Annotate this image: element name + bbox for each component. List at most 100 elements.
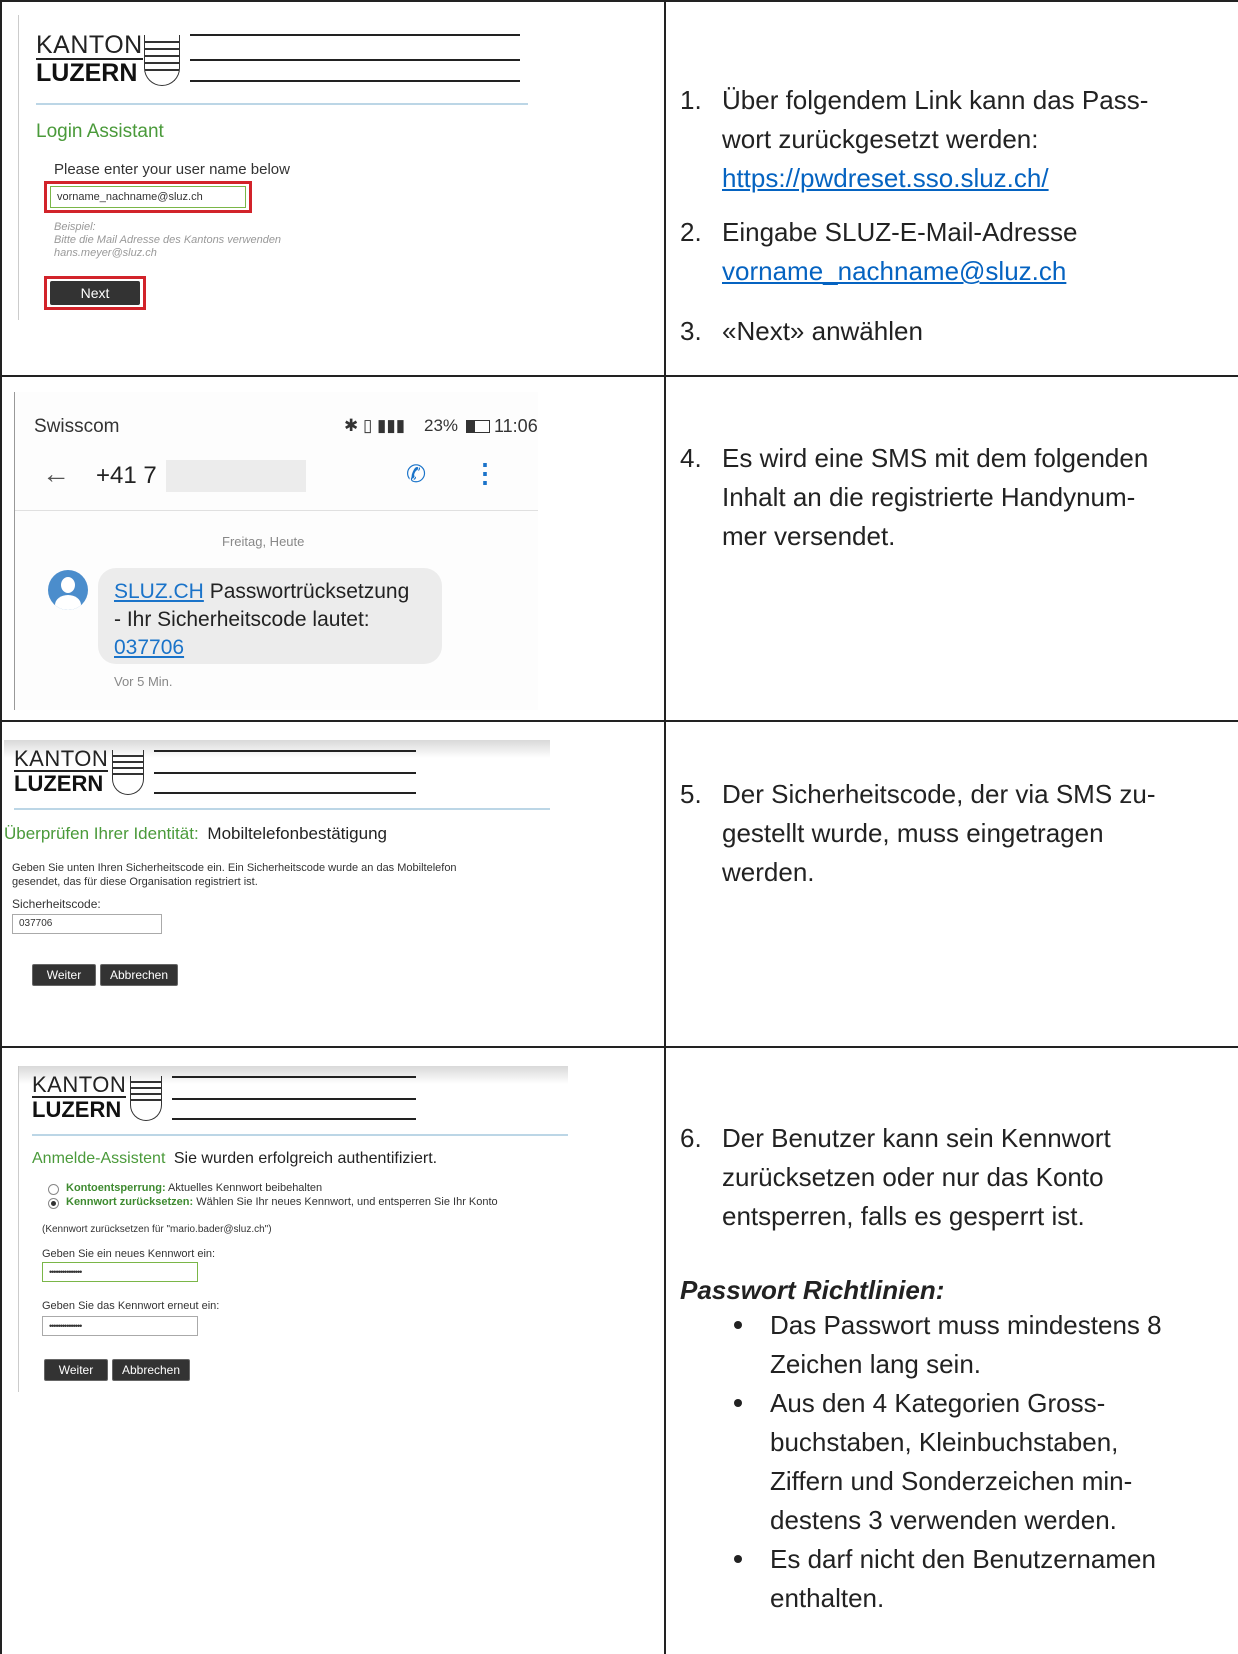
step-4-line-1: Es wird eine SMS mit dem folgenden — [722, 443, 1149, 473]
option-text: Aktuelles Kennwort beibehalten — [165, 1182, 323, 1194]
logo-luzern-text: LUZERN — [14, 770, 109, 795]
step-1-link-wrap: https://pwdreset.sso.sluz.ch/ — [722, 158, 1049, 198]
policy-line: buchstaben, Kleinbuchstaben, — [770, 1427, 1119, 1457]
header-separator — [32, 1134, 568, 1136]
step-2-link-wrap: vorname_nachname@sluz.ch — [722, 251, 1066, 291]
toolbar-divider — [14, 510, 538, 511]
sms-line-2: - Ihr Sicherheitscode lautet: — [114, 608, 370, 631]
header-line — [154, 792, 416, 794]
table-row-divider — [0, 1046, 1238, 1048]
heading-green: Überprüfen Ihrer Identität: — [4, 824, 199, 843]
table-border-top — [0, 0, 1238, 2]
header-line — [154, 750, 416, 752]
sluz-link[interactable]: SLUZ.CH — [114, 580, 204, 603]
weiter-button[interactable]: Weiter — [44, 1359, 108, 1381]
kanton-luzern-logo: KANTON LUZERN — [36, 33, 143, 86]
unlock-account-option: Kontoentsperrung: Aktuelles Kennwort bei… — [66, 1182, 322, 1194]
bullet-icon — [734, 1399, 742, 1407]
contact-number: +41 7 — [96, 462, 157, 489]
step-6-line-3: entsperren, falls es gesperrt ist. — [722, 1201, 1085, 1231]
header-line — [190, 59, 520, 61]
step-3-line-1: «Next» anwählen — [722, 316, 923, 346]
step-4-line-2: Inhalt an die registrierte Handynum- — [722, 482, 1136, 512]
table-border-left — [0, 0, 2, 1654]
clock-time: 11:06 — [494, 416, 538, 436]
kanton-luzern-logo: KANTON LUZERN — [32, 1074, 127, 1121]
security-code-link[interactable]: 037706 — [114, 636, 184, 659]
policy-line: Ziffern und Sonderzeichen min- — [770, 1466, 1133, 1496]
screenshot-edge — [18, 15, 19, 320]
redacted-number — [166, 460, 306, 492]
step-5-line-1: Der Sicherheitscode, der via SMS zu- — [722, 779, 1156, 809]
password-reset-link[interactable]: https://pwdreset.sso.sluz.ch/ — [722, 163, 1049, 193]
status-bar-icons: ✱ ▯ ▮▮▮ — [344, 416, 406, 435]
identity-verification-screenshot: KANTON LUZERN Überprüfen Ihrer Identität… — [4, 740, 550, 1040]
header-separator — [36, 103, 528, 105]
sms-line-3: 037706 — [114, 634, 184, 662]
logo-luzern-text: LUZERN — [36, 58, 143, 86]
user-name-input[interactable]: vorname_nachname@sluz.ch — [50, 186, 246, 208]
security-code-label: Sicherheitscode: — [12, 897, 101, 911]
sms-line-1: SLUZ.CH Passwortrücksetzung — [114, 578, 409, 606]
step-6-line-2: zurücksetzen oder nur das Konto — [722, 1162, 1104, 1192]
phone-call-icon[interactable]: ✆ — [406, 460, 426, 489]
verification-description: gesendet, das für diese Organisation reg… — [12, 876, 258, 888]
repeat-password-input[interactable]: ••••••••••••••• — [42, 1316, 198, 1336]
verification-description: Geben Sie unten Ihren Sicherheitscode ei… — [12, 862, 457, 874]
logo-shield-icon — [144, 35, 180, 86]
next-button[interactable]: Next — [50, 281, 140, 305]
unlock-account-radio[interactable] — [48, 1184, 59, 1195]
user-name-prompt: Please enter your user name below — [54, 161, 290, 178]
table-row-divider — [0, 720, 1238, 722]
new-password-label: Geben Sie ein neues Kennwort ein: — [42, 1248, 216, 1260]
kanton-luzern-logo: KANTON LUZERN — [14, 746, 109, 795]
new-password-input[interactable]: ••••••••••••••• — [42, 1262, 198, 1282]
header-line — [154, 772, 416, 774]
sms-phone-screenshot: Swisscom ✱ ▯ ▮▮▮ 23% 11:06 ← +41 7 ✆ ⋮ F… — [14, 392, 538, 710]
bullet-icon — [734, 1321, 742, 1329]
logo-kanton-text: KANTON — [36, 31, 143, 59]
step-1-line-1: Über folgendem Link kann das Pass- — [722, 85, 1149, 115]
sms-text: Passwortrücksetzung — [203, 580, 410, 603]
screenshot-edge — [14, 392, 15, 710]
weiter-button[interactable]: Weiter — [32, 964, 96, 986]
option-text: Wählen Sie Ihr neues Kennwort, und entsp… — [193, 1196, 498, 1208]
logo-shield-icon — [130, 1076, 162, 1121]
policy-line: Das Passwort muss mindestens 8 — [770, 1310, 1162, 1340]
overflow-menu-icon[interactable]: ⋮ — [472, 458, 498, 489]
header-line — [172, 1076, 416, 1078]
security-code-input[interactable]: 037706 — [12, 914, 162, 934]
email-link[interactable]: vorname_nachname@sluz.ch — [722, 256, 1066, 286]
step-number: 2. — [680, 217, 702, 247]
logo-kanton-text: KANTON — [14, 746, 109, 771]
step-number: 3. — [680, 316, 702, 346]
back-arrow-icon[interactable]: ← — [42, 458, 70, 490]
login-assistant-screenshot: KANTON LUZERN Login Assistant Please ent… — [18, 15, 528, 320]
table-column-divider — [664, 0, 666, 1654]
step-number: 6. — [680, 1123, 702, 1153]
reset-password-radio[interactable] — [48, 1198, 59, 1209]
policy-line: destens 3 verwenden werden. — [770, 1505, 1117, 1535]
step-number: 5. — [680, 779, 702, 809]
example-hint-title: Beispiel: — [54, 221, 96, 233]
screenshot-edge — [18, 1066, 19, 1392]
policy-line: enthalten. — [770, 1583, 885, 1613]
logo-shield-icon — [112, 750, 144, 795]
abbrechen-button[interactable]: Abbrechen — [100, 964, 178, 986]
logo-luzern-text: LUZERN — [32, 1096, 127, 1121]
password-policy-title: Passwort Richtlinien: — [680, 1275, 945, 1305]
reset-note: (Kennwort zurücksetzen für "mario.bader@… — [42, 1224, 272, 1235]
option-bold: Kennwort zurücksetzen: — [66, 1196, 194, 1208]
step-4-line-3: mer versendet. — [722, 521, 896, 551]
policy-line: Aus den 4 Kategorien Gross- — [770, 1388, 1106, 1418]
example-hint-email: hans.meyer@sluz.ch — [54, 247, 157, 259]
table-row-divider — [0, 375, 1238, 377]
abbrechen-button[interactable]: Abbrechen — [112, 1359, 190, 1381]
heading-black: Mobiltelefonbestätigung — [207, 824, 387, 843]
reset-password-option: Kennwort zurücksetzen: Wählen Sie Ihr ne… — [66, 1196, 498, 1208]
step-5-line-3: werden. — [722, 857, 815, 887]
repeat-password-label: Geben Sie das Kennwort erneut ein: — [42, 1300, 220, 1312]
carrier-name: Swisscom — [34, 416, 120, 437]
header-separator — [14, 808, 550, 810]
step-6-line-1: Der Benutzer kann sein Kennwort — [722, 1123, 1111, 1153]
